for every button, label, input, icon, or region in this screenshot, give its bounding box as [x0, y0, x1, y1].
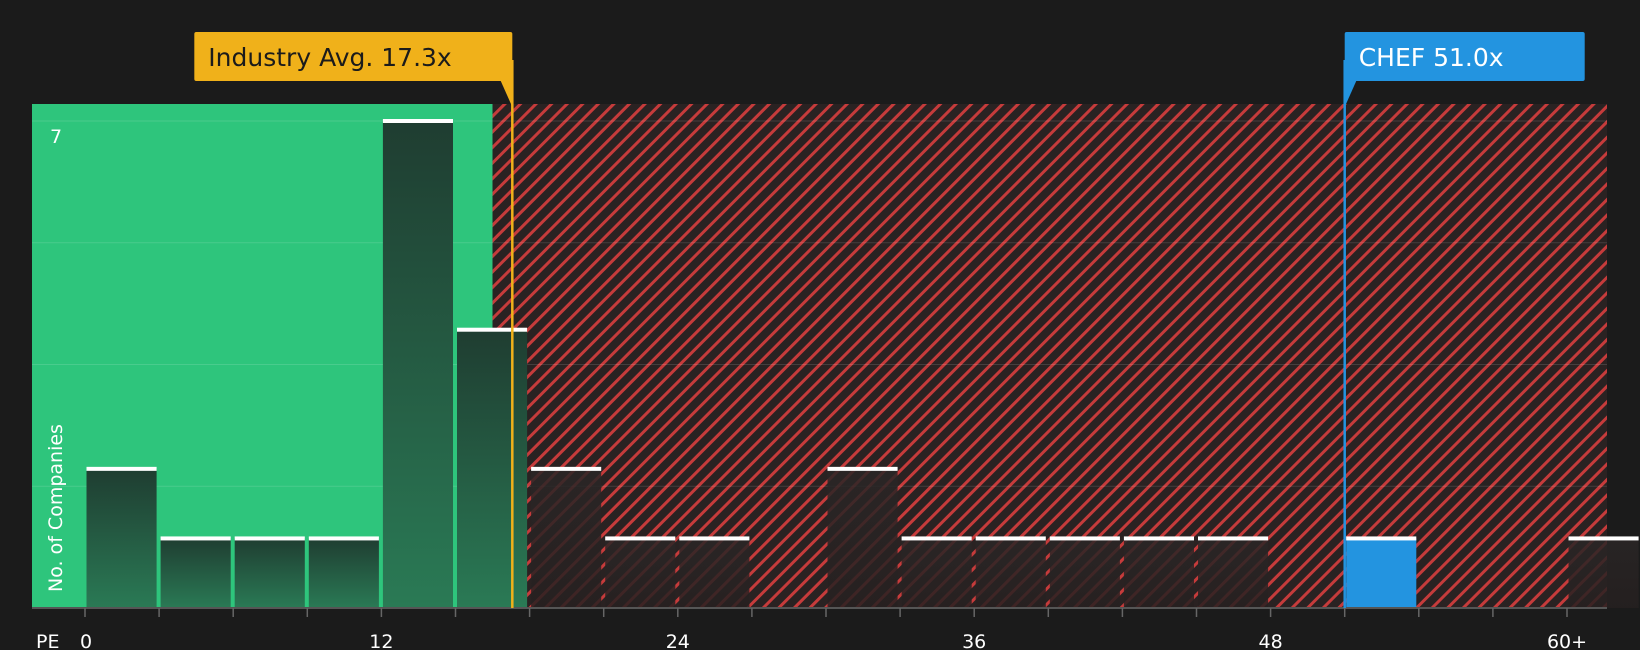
marker-pointer — [500, 80, 513, 107]
histogram-bar — [1346, 538, 1417, 608]
histogram-bar — [975, 538, 1046, 608]
x-axis-label: PE — [36, 631, 59, 650]
x-axis: 0 12 24 36 48 60+ — [32, 607, 1607, 650]
x-tick-label: 0 — [80, 631, 92, 650]
y-axis-label: No. of Companies — [45, 424, 67, 592]
histogram-bar — [457, 329, 528, 608]
x-tick-label: 48 — [1259, 631, 1283, 650]
bar-cap — [1346, 536, 1417, 541]
x-tick-label: 12 — [369, 631, 393, 650]
bar-cap — [679, 536, 750, 541]
histogram-bar — [1123, 538, 1194, 608]
x-tick-label: 36 — [962, 631, 986, 650]
bar-cap — [605, 536, 676, 541]
bar-cap — [1198, 536, 1269, 541]
bar-cap — [1123, 536, 1194, 541]
bar-cap — [1049, 536, 1120, 541]
bar-cap — [457, 327, 528, 332]
marker-pointer — [1344, 80, 1357, 107]
histogram-bar — [160, 538, 231, 608]
histogram-bar — [1049, 538, 1120, 608]
overvalued-zone — [492, 104, 1607, 608]
bar-cap — [975, 536, 1046, 541]
histogram-bar — [901, 538, 972, 608]
bar-cap — [234, 536, 305, 541]
histogram-bar — [382, 121, 453, 608]
histogram-bar — [605, 538, 676, 608]
x-tick-label: 24 — [666, 631, 690, 650]
bar-cap — [160, 536, 231, 541]
histogram-bar — [1198, 538, 1269, 608]
histogram-bar — [234, 538, 305, 608]
marker-label: Industry Avg. 17.3x — [208, 43, 451, 72]
y-tick-label: 7 — [50, 126, 62, 148]
histogram-bar — [679, 538, 750, 608]
marker-label: CHEF 51.0x — [1359, 43, 1504, 72]
histogram-bar — [1568, 538, 1639, 608]
x-tick-label: 60+ — [1547, 631, 1587, 650]
bar-cap — [382, 119, 453, 123]
bar-cap — [1568, 536, 1639, 541]
histogram-bar — [531, 468, 602, 608]
plot-background — [32, 104, 1607, 608]
bar-cap — [308, 536, 379, 541]
histogram-bar — [308, 538, 379, 608]
bar-cap — [827, 466, 898, 471]
bar-cap — [901, 536, 972, 541]
bar-cap — [531, 466, 602, 471]
histogram-bar — [86, 468, 157, 608]
bar-cap — [86, 466, 157, 471]
histogram-bar — [827, 468, 898, 608]
pe-distribution-chart: 7 0 12 24 36 48 60+ Industry Avg. 17.3x CHEF 5… — [32, 32, 1639, 650]
